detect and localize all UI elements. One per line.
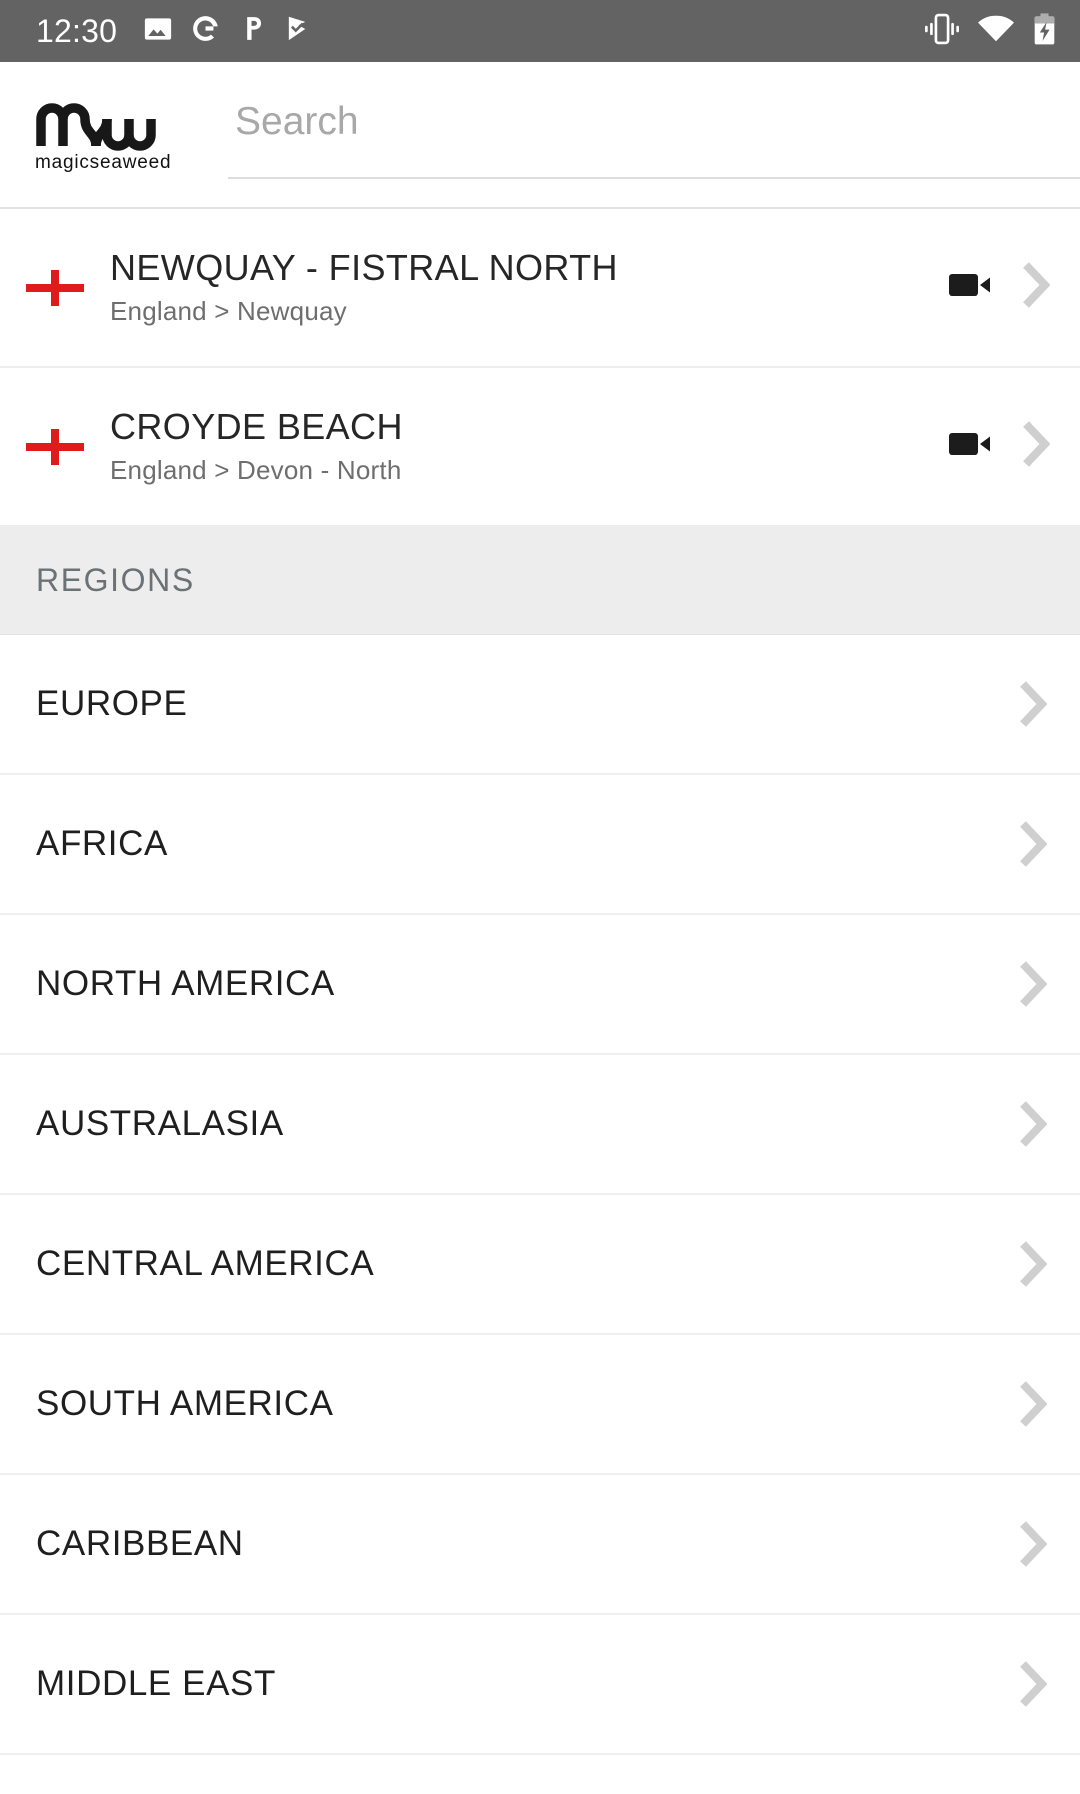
app-logo[interactable]: magicseaweed bbox=[34, 96, 224, 174]
sidebar-item-south-america[interactable]: SOUTH AMERICA bbox=[0, 1335, 1080, 1475]
search-input[interactable] bbox=[224, 99, 1080, 170]
favorite-spot-breadcrumb: England > Devon - North bbox=[110, 455, 402, 486]
favorite-spot-breadcrumb: England > Newquay bbox=[110, 296, 347, 327]
regions-section-title: REGIONS bbox=[36, 562, 195, 598]
region-label: CARIBBEAN bbox=[36, 1524, 244, 1563]
list-item-favorite-spot[interactable]: CROYDE BEACH England > Devon - North bbox=[0, 368, 1080, 527]
pinterest-icon bbox=[238, 14, 267, 48]
chevron-right-icon[interactable] bbox=[1018, 1520, 1050, 1568]
checkmark-flag-icon bbox=[284, 14, 313, 48]
chevron-right-icon[interactable] bbox=[1018, 680, 1050, 728]
google-icon bbox=[190, 13, 221, 49]
chevron-right-icon[interactable] bbox=[1018, 820, 1050, 868]
chevron-right-icon[interactable] bbox=[1018, 1660, 1050, 1708]
region-label: CENTRAL AMERICA bbox=[36, 1244, 375, 1283]
msw-logo-icon bbox=[34, 96, 180, 157]
favorite-spot-name: CROYDE BEACH bbox=[110, 406, 403, 448]
chevron-right-icon[interactable] bbox=[1021, 261, 1051, 314]
sidebar-item-caribbean[interactable]: CARIBBEAN bbox=[0, 1475, 1080, 1615]
sidebar-item-australasia[interactable]: AUSTRALASIA bbox=[0, 1055, 1080, 1195]
region-label: EUROPE bbox=[36, 684, 188, 723]
chevron-right-icon[interactable] bbox=[1018, 960, 1050, 1008]
favorite-spot-actions bbox=[929, 261, 1051, 314]
image-icon bbox=[143, 14, 173, 49]
chevron-right-icon[interactable] bbox=[1018, 1100, 1050, 1148]
favorite-spot-name: NEWQUAY - FISTRAL NORTH bbox=[110, 247, 618, 289]
sidebar-item-central-america[interactable]: CENTRAL AMERICA bbox=[0, 1195, 1080, 1335]
sidebar-item-north-america[interactable]: NORTH AMERICA bbox=[0, 915, 1080, 1055]
wifi-icon bbox=[977, 14, 1015, 49]
app-screen: 12:30 magicseaweed Search NEWQUAY - FIST… bbox=[0, 0, 1080, 1794]
chevron-right-icon[interactable] bbox=[1018, 1240, 1050, 1288]
region-label: NORTH AMERICA bbox=[36, 964, 335, 1003]
favorite-spot-text: NEWQUAY - FISTRAL NORTH England > Newqua… bbox=[110, 249, 929, 325]
status-clock: 12:30 bbox=[36, 13, 118, 49]
sidebar-item-middle-east[interactable]: MIDDLE EAST bbox=[0, 1615, 1080, 1755]
video-camera-icon[interactable] bbox=[949, 270, 991, 305]
region-label: AFRICA bbox=[36, 824, 168, 863]
list-item-favorite-spot[interactable]: NEWQUAY - FISTRAL NORTH England > Newqua… bbox=[0, 209, 1080, 368]
status-bar-right bbox=[923, 12, 1058, 51]
favorite-spot-text: CROYDE BEACH England > Devon - North bbox=[110, 408, 929, 484]
status-bar-left: 12:30 bbox=[36, 13, 313, 49]
video-camera-icon[interactable] bbox=[949, 429, 991, 464]
status-notification-icons bbox=[143, 13, 313, 49]
search-underline bbox=[228, 177, 1080, 179]
region-label: SOUTH AMERICA bbox=[36, 1384, 334, 1423]
battery-charging-icon bbox=[1031, 12, 1058, 51]
england-flag-icon bbox=[0, 269, 110, 306]
region-label: AUSTRALASIA bbox=[36, 1104, 284, 1143]
vibrate-icon bbox=[923, 12, 961, 51]
england-flag-icon bbox=[0, 428, 110, 465]
regions-section-header: REGIONS bbox=[0, 527, 1080, 635]
sidebar-item-europe[interactable]: EUROPE bbox=[0, 635, 1080, 775]
app-logo-wordmark: magicseaweed bbox=[35, 151, 172, 173]
main-list: NEWQUAY - FISTRAL NORTH England > Newqua… bbox=[0, 209, 1080, 1794]
sidebar-item-africa[interactable]: AFRICA bbox=[0, 775, 1080, 915]
chevron-right-icon[interactable] bbox=[1018, 1380, 1050, 1428]
status-bar: 12:30 bbox=[0, 0, 1080, 62]
chevron-right-icon[interactable] bbox=[1021, 420, 1051, 473]
region-label: MIDDLE EAST bbox=[36, 1664, 276, 1703]
app-header: magicseaweed bbox=[0, 62, 1080, 209]
search-field-wrapper bbox=[224, 62, 1080, 207]
favorite-spot-actions bbox=[929, 420, 1051, 473]
